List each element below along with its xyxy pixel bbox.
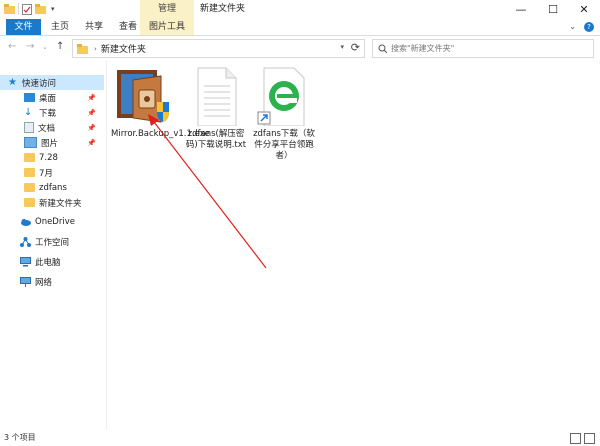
large-icons-view-icon[interactable]: [584, 433, 595, 444]
item-count: 3 个项目: [4, 433, 36, 442]
explorer-window: ▾ 管理 新建文件夹 — ☐ ✕ 文件 主页 共享 查看 图片工具 ⌄ ? ← …: [0, 0, 600, 446]
details-view-icon[interactable]: [570, 433, 581, 444]
status-bar: 3 个项目: [0, 430, 600, 446]
annotation-arrow: [148, 114, 267, 269]
